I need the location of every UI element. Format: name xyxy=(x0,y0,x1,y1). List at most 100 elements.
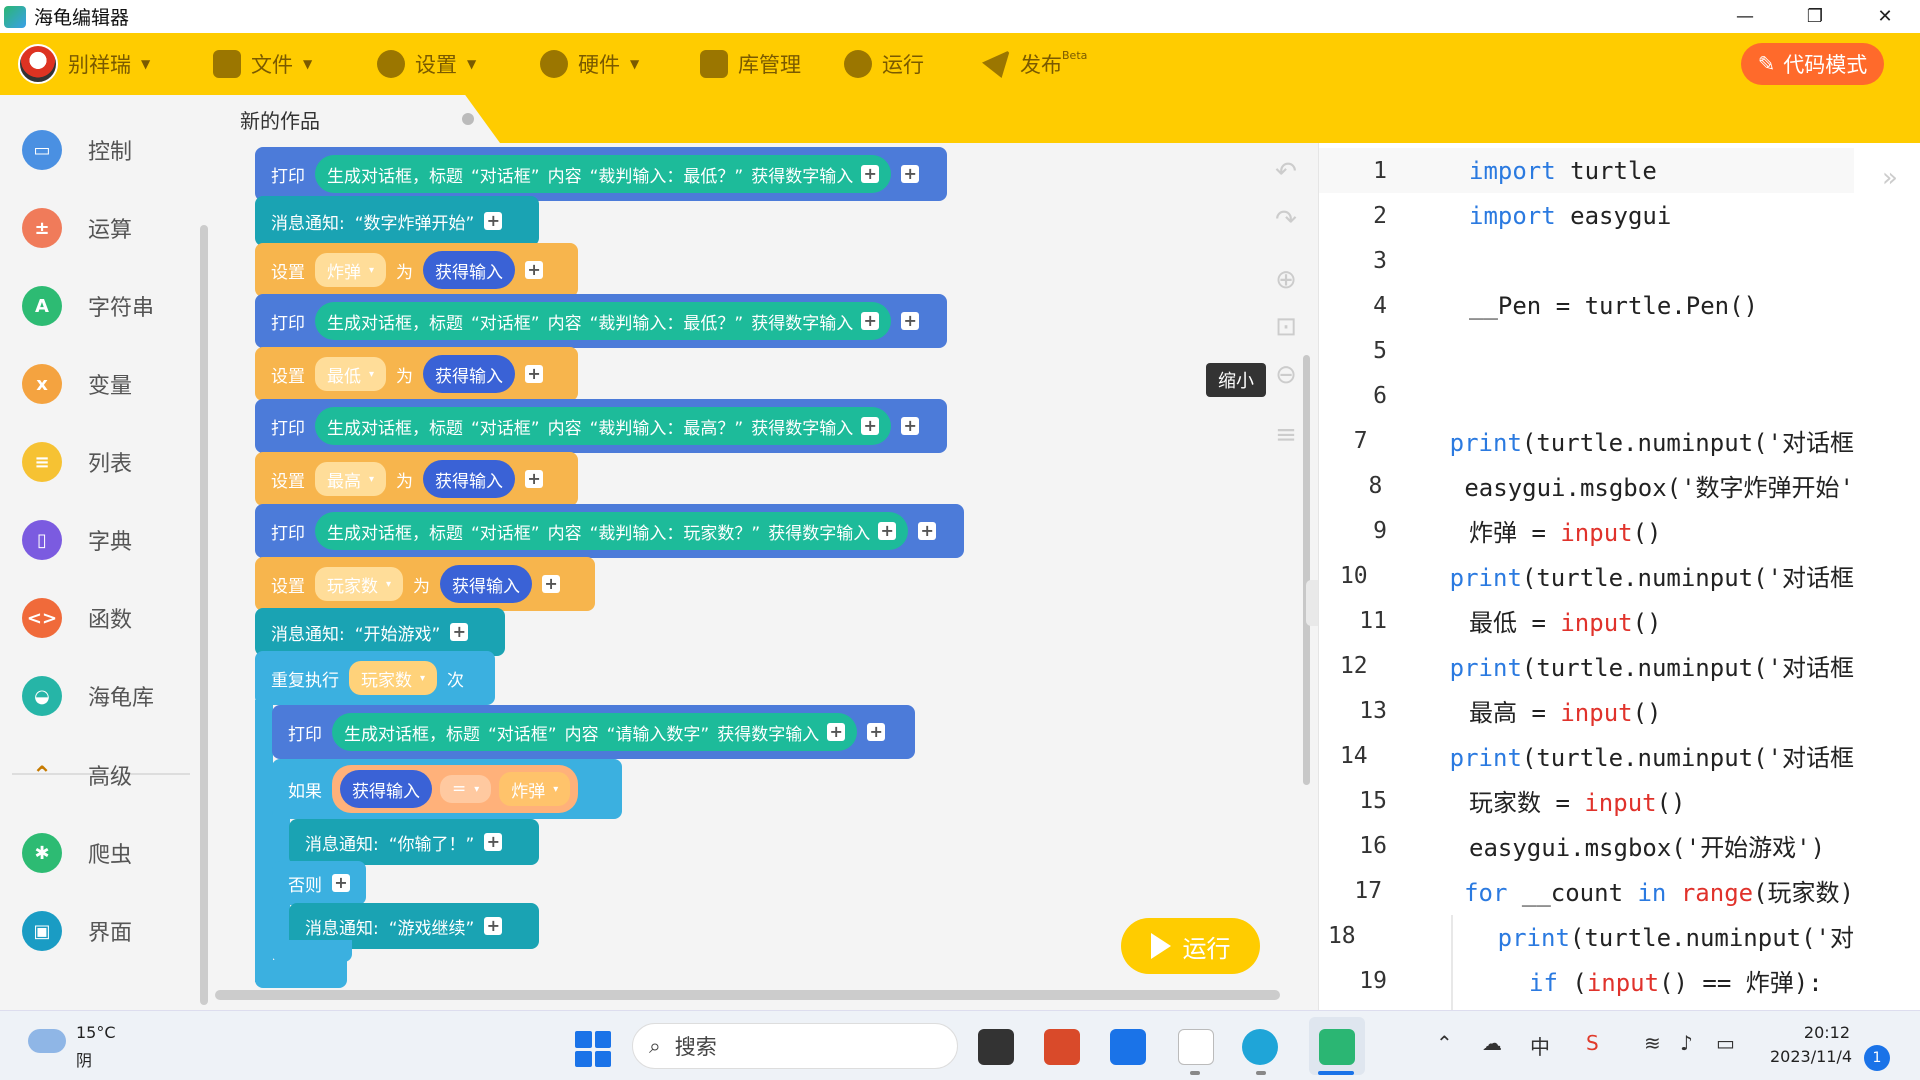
turtle-editor-icon[interactable] xyxy=(1319,1029,1355,1065)
if-block[interactable]: 如果 获得输入 = ▾ 炸弹 ▾ xyxy=(272,759,622,819)
run-toolbar-button[interactable]: 运行 xyxy=(844,33,924,95)
plus-icon[interactable]: + xyxy=(484,833,503,851)
battery-icon[interactable]: ▭ xyxy=(1716,1031,1735,1055)
app-tray-icon[interactable]: S xyxy=(1586,1031,1599,1055)
clock[interactable]: 20:12 2023/11/4 xyxy=(1770,1021,1852,1069)
code-line[interactable]: 8 easygui.msgbox('数字炸弹开始' xyxy=(1319,463,1855,508)
code-panel[interactable]: » 1 import turtle 2 import easygui 3 4 _… xyxy=(1318,143,1920,1010)
set-variable-block[interactable]: 设置 炸弹 ▾ 为 获得输入 + xyxy=(255,243,578,297)
plus-icon[interactable]: + xyxy=(484,212,503,230)
zoom-in-icon[interactable]: ⊕ xyxy=(1271,265,1301,295)
msgbox-block[interactable]: 消息通知: “数字炸弹开始” + xyxy=(255,196,539,246)
notification-badge[interactable]: 1 xyxy=(1864,1045,1890,1071)
sidebar-item-ui[interactable]: ▣ 界面 xyxy=(22,905,132,957)
msgbox-block[interactable]: 消息通知: “你输了！” + xyxy=(289,819,539,865)
code-line[interactable]: 1 import turtle xyxy=(1319,148,1854,193)
start-button[interactable] xyxy=(575,1031,611,1067)
sidebar-scrollbar[interactable] xyxy=(200,225,208,1005)
zoom-out-icon[interactable]: ⊖ xyxy=(1271,360,1301,390)
store-icon[interactable] xyxy=(1044,1029,1080,1065)
print-block[interactable]: 打印 生成对话框，标题 “对话框” 内容 “裁判输入：最低？” 获得数字输入 +… xyxy=(255,147,947,201)
input-block[interactable]: 获得输入 xyxy=(340,770,432,808)
variable-dropdown[interactable]: 炸弹 ▾ xyxy=(315,253,387,287)
publish-button[interactable]: 发布Beta xyxy=(982,33,1087,95)
code-line[interactable]: 14 print(turtle.numinput('对话框 xyxy=(1319,733,1854,778)
code-line[interactable]: 13 最高 = input() xyxy=(1319,688,1854,733)
repeat-block[interactable]: 重复执行 玩家数 ▾ 次 xyxy=(255,651,495,705)
input-block[interactable]: 获得输入 xyxy=(440,565,533,603)
plus-icon[interactable]: + xyxy=(525,261,544,279)
print-block[interactable]: 打印 生成对话框，标题 “对话框” 内容 “裁判输入：玩家数？” 获得数字输入 … xyxy=(255,504,964,558)
compare-block[interactable]: 获得输入 = ▾ 炸弹 ▾ xyxy=(332,765,579,813)
settings-menu[interactable]: 设置 ▼ xyxy=(377,33,476,95)
operator-dropdown[interactable]: = ▾ xyxy=(440,775,492,803)
onedrive-icon[interactable]: ☁ xyxy=(1482,1031,1502,1055)
plus-icon[interactable]: + xyxy=(542,575,561,593)
set-variable-block[interactable]: 设置 最高 ▾ 为 获得输入 + xyxy=(255,452,578,506)
plus-icon[interactable]: + xyxy=(827,723,846,741)
plus-icon[interactable]: + xyxy=(525,365,544,383)
msgbox-block[interactable]: 消息通知: “开始游戏” + xyxy=(255,608,505,656)
redo-icon[interactable]: ↷ xyxy=(1271,205,1301,235)
workspace-vertical-scrollbar[interactable] xyxy=(1303,355,1310,785)
variable-dropdown[interactable]: 最高 ▾ xyxy=(315,462,387,496)
code-line[interactable]: 18 print(turtle.numinput('对 xyxy=(1319,913,1854,958)
tab-new-project[interactable]: 新的作品 xyxy=(210,95,500,143)
close-button[interactable]: ✕ xyxy=(1850,0,1920,33)
file-menu[interactable]: 文件 ▼ xyxy=(213,33,312,95)
volume-icon[interactable]: ♪ xyxy=(1680,1031,1693,1055)
sidebar-item-strings[interactable]: A 字符串 xyxy=(22,280,154,332)
plus-icon[interactable]: + xyxy=(861,312,880,330)
code-line[interactable]: 2 import easygui xyxy=(1319,193,1854,238)
plus-icon[interactable]: + xyxy=(484,917,503,935)
ime-indicator[interactable]: 中 xyxy=(1530,1031,1550,1060)
code-line[interactable]: 9 炸弹 = input() xyxy=(1319,508,1854,553)
code-line[interactable]: 17 for __count in range(玩家数) xyxy=(1319,868,1854,913)
code-line[interactable]: 15 玩家数 = input() xyxy=(1319,778,1854,823)
minimize-button[interactable]: — xyxy=(1710,0,1780,33)
sidebar-item-control[interactable]: ▭ 控制 xyxy=(22,124,132,176)
dialog-block[interactable]: 生成对话框，标题 “对话框” 内容 “裁判输入：最低？” 获得数字输入 + xyxy=(315,302,892,340)
code-line[interactable]: 5 xyxy=(1319,328,1854,373)
sidebar-item-dicts[interactable]: ▯ 字典 xyxy=(22,514,132,566)
plus-icon[interactable]: + xyxy=(867,723,886,741)
sidebar-item-variables[interactable]: x 变量 xyxy=(22,358,132,410)
chevron-up-icon[interactable]: ⌃ xyxy=(1436,1031,1453,1055)
plus-icon[interactable]: + xyxy=(861,165,880,183)
dialog-block[interactable]: 生成对话框，标题 “对话框” 内容 “裁判输入：最高？” 获得数字输入 + xyxy=(315,407,892,445)
sidebar-item-advanced[interactable]: ⌃ 高级 xyxy=(22,749,132,801)
collapse-panel-icon[interactable]: » xyxy=(1882,163,1912,193)
hardware-menu[interactable]: 硬件 ▼ xyxy=(540,33,639,95)
sidebar-item-operators[interactable]: ± 运算 xyxy=(22,202,132,254)
print-block[interactable]: 打印 生成对话框，标题 “对话框” 内容 “裁判输入：最低？” 获得数字输入 +… xyxy=(255,294,947,348)
code-mode-button[interactable]: ✎ 代码模式 xyxy=(1741,43,1884,85)
messenger-icon[interactable] xyxy=(1110,1029,1146,1065)
plus-icon[interactable]: + xyxy=(450,623,469,641)
code-line[interactable]: 4 __Pen = turtle.Pen() xyxy=(1319,283,1854,328)
zoom-reset-icon[interactable]: ⊡ xyxy=(1271,312,1301,342)
restore-button[interactable]: ❐ xyxy=(1780,0,1850,33)
taskbar-search[interactable]: ⌕ 搜索 xyxy=(632,1023,958,1069)
input-block[interactable]: 获得输入 xyxy=(423,251,516,289)
input-block[interactable]: 获得输入 xyxy=(423,460,516,498)
code-line[interactable]: 12 print(turtle.numinput('对话框 xyxy=(1319,643,1854,688)
workspace-horizontal-scrollbar[interactable] xyxy=(215,990,1280,1000)
plus-icon[interactable]: + xyxy=(901,417,920,435)
code-line[interactable]: 3 xyxy=(1319,238,1854,283)
code-line[interactable]: 16 easygui.msgbox('开始游戏') xyxy=(1319,823,1854,868)
library-manager-button[interactable]: 库管理 xyxy=(700,33,801,95)
variable-dropdown[interactable]: 玩家数 ▾ xyxy=(349,661,438,695)
weather-desc[interactable]: 阴 xyxy=(76,1047,92,1071)
print-block[interactable]: 打印 生成对话框，标题 “对话框” 内容 “裁判输入：最高？” 获得数字输入 +… xyxy=(255,399,947,453)
cloud-icon[interactable] xyxy=(28,1029,66,1053)
code-line[interactable]: 19 if (input() == 炸弹): xyxy=(1319,958,1854,1003)
else-block[interactable]: 否则 + xyxy=(272,861,366,905)
run-button[interactable]: 运行 xyxy=(1121,918,1260,974)
input-block[interactable]: 获得输入 xyxy=(423,355,516,393)
sidebar-item-lists[interactable]: ≡ 列表 xyxy=(22,436,132,488)
set-variable-block[interactable]: 设置 玩家数 ▾ 为 获得输入 + xyxy=(255,557,595,611)
plus-icon[interactable]: + xyxy=(878,522,897,540)
code-line[interactable]: 6 xyxy=(1319,373,1854,418)
weather-temp[interactable]: 15°C xyxy=(76,1023,116,1042)
plus-icon[interactable]: + xyxy=(901,312,920,330)
